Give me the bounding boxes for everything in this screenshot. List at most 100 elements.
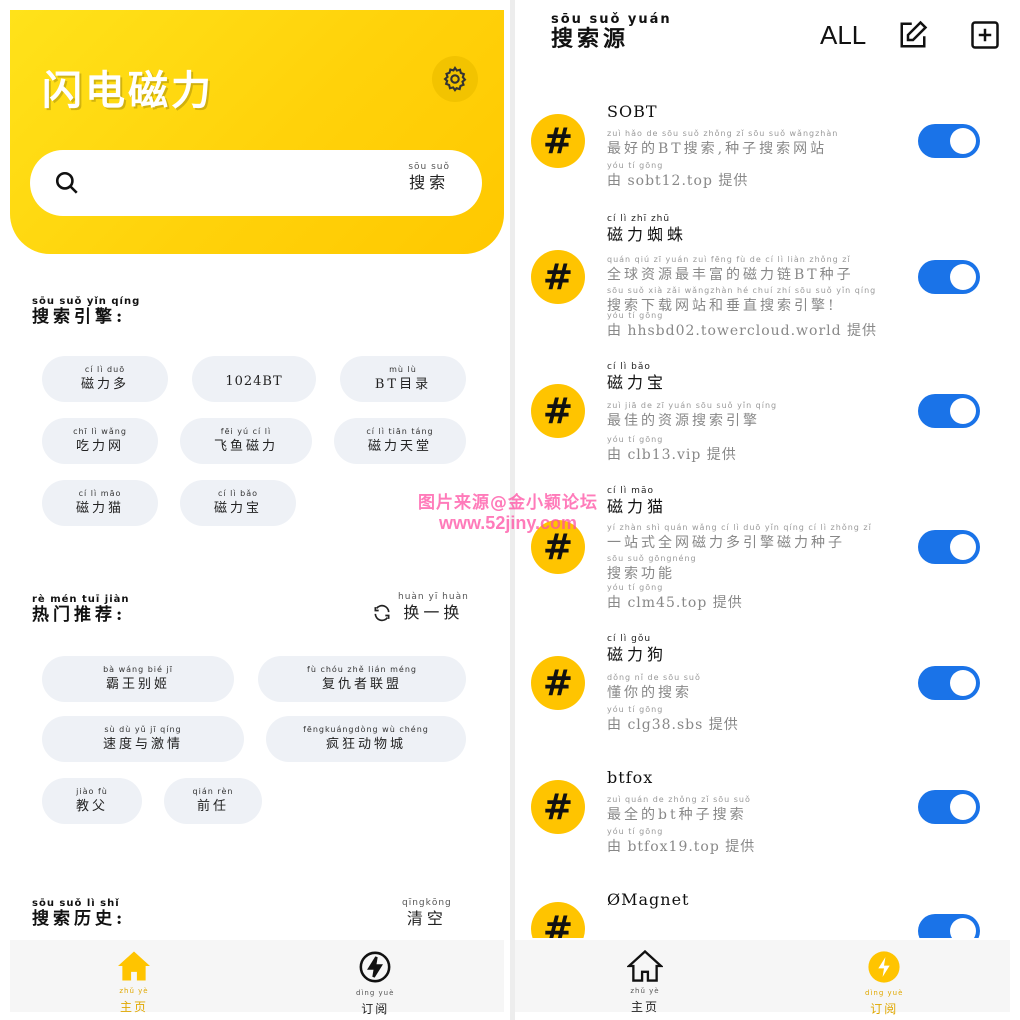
hash-icon: # (531, 780, 585, 834)
search-input[interactable]: sōu suǒ 搜索 (30, 150, 482, 216)
source-item: # ØMagnet (515, 888, 1020, 938)
desc-text: 搜索功能 (607, 566, 675, 582)
clear-history-button[interactable]: qīngkōng 清空 (402, 898, 452, 929)
hash-icon: # (531, 656, 585, 710)
src-pinyin: yóu tí gōng (607, 311, 664, 320)
chip-pinyin: fēi yú cí lì (220, 427, 272, 436)
swap-label: 换一换 (403, 603, 464, 622)
engine-chip[interactable]: chī lì wǎng 吃力网 (42, 418, 158, 464)
hot-title: 热门推荐: (32, 605, 127, 625)
source-item: # cí lì māo 磁力猫 yí zhàn shì quán wǎng cí… (515, 486, 1020, 616)
name-text: 磁力宝 (607, 373, 668, 392)
source-toggle[interactable] (918, 666, 980, 700)
name-text: 磁力狗 (607, 645, 668, 664)
source-item: # cí lì zhī zhū 磁力蜘蛛 quán qiú zī yuán zu… (515, 214, 1020, 344)
source-description: zuì hǎo de sōu suǒ zhǒng zǐ sōu suǒ wǎng… (607, 128, 907, 159)
hot-chip[interactable]: bà wáng bié jī 霸王别姬 (42, 656, 234, 702)
edit-icon (900, 20, 928, 48)
select-all-button[interactable]: ALL (820, 20, 866, 51)
tab-subscribe[interactable]: dìng yuè 订阅 (356, 950, 394, 1019)
hash-icon: # (531, 384, 585, 438)
history-section-title: sōu suǒ lì shǐ 搜索历史: (32, 898, 126, 929)
settings-button[interactable] (432, 56, 478, 102)
chip-pinyin: cí lì bǎo (217, 489, 259, 498)
chip-label: 1024BT (225, 374, 283, 389)
source-provider: yóu tí gōng 由 btfox19.top 提供 (607, 826, 755, 857)
chip-pinyin: chī lì wǎng (73, 427, 127, 436)
engine-chip[interactable]: cí lì duō 磁力多 (42, 356, 168, 402)
name-text: 磁力蜘蛛 (607, 225, 688, 244)
home-screen: 闪电磁力 sōu suǒ 搜索 sōu suǒ yǐn qíng 搜索引擎: c… (0, 0, 510, 1020)
tab-subscribe[interactable]: dìng yuè 订阅 (865, 950, 903, 1019)
src-text: 由 clg38.sbs 提供 (607, 717, 739, 733)
desc-text: 最佳的资源搜索引擎 (607, 413, 760, 429)
hot-chip[interactable]: sù dù yǔ jī qíng 速度与激情 (42, 716, 244, 762)
src-text: 由 hhsbd02.towercloud.world 提供 (607, 323, 878, 339)
tab-subscribe-pinyin: dìng yuè (356, 989, 395, 997)
source-item: # SOBT zuì hǎo de sōu suǒ zhǒng zǐ sōu s… (515, 100, 1020, 200)
chip-pinyin: cí lì duō (84, 365, 126, 374)
page-title-pinyin: sōu suǒ yuán (551, 12, 672, 27)
source-name: SOBT (607, 102, 658, 121)
src-text: 由 sobt12.top 提供 (607, 173, 749, 189)
chip-label: 磁力多 (80, 377, 129, 392)
history-title-pinyin: sōu suǒ lì shǐ (32, 898, 120, 909)
edit-button[interactable] (898, 20, 928, 54)
engine-chip[interactable]: cí lì bǎo 磁力宝 (180, 480, 296, 526)
source-toggle[interactable] (918, 394, 980, 428)
refresh-button[interactable]: huàn yī huàn 换一换 (372, 592, 469, 623)
chip-label: 磁力天堂 (367, 439, 432, 454)
source-description: quán qiú zī yuán zuì fēng fù de cí lì li… (607, 254, 907, 316)
engine-chip[interactable]: fēi yú cí lì 飞鱼磁力 (180, 418, 312, 464)
source-toggle[interactable] (918, 914, 980, 938)
hot-chip[interactable]: jiào fù 教父 (42, 778, 142, 824)
chip-label: 霸王别姬 (105, 677, 170, 692)
hash-icon: # (531, 114, 585, 168)
lightning-icon (359, 951, 391, 983)
sources-screen: sōu suǒ yuán 搜索源 ALL # SOBT zuì hǎo de s… (515, 0, 1020, 1020)
tab-home-pinyin: zhǔ yè (119, 987, 149, 995)
hot-chip[interactable]: fēngkuángdòng wù chéng 疯狂动物城 (266, 716, 466, 762)
tab-home[interactable]: zhǔ yè 主页 (625, 949, 665, 1017)
hash-icon: # (531, 902, 585, 938)
home-icon (118, 951, 150, 981)
tab-subscribe-label: 订阅 (361, 1002, 390, 1016)
chip-pinyin: fù chóu zhě lián méng (307, 665, 417, 674)
clear-label: 清空 (406, 909, 447, 928)
source-provider: yóu tí gōng 由 clg38.sbs 提供 (607, 704, 739, 735)
source-provider: yóu tí gōng 由 sobt12.top 提供 (607, 160, 748, 191)
hash-icon: # (531, 520, 585, 574)
tab-home[interactable]: zhǔ yè 主页 (116, 950, 152, 1017)
source-toggle[interactable] (918, 124, 980, 158)
source-toggle[interactable] (918, 260, 980, 294)
src-pinyin: yóu tí gōng (607, 161, 664, 170)
chip-label: 磁力猫 (75, 501, 124, 516)
engine-chip[interactable]: cí lì māo 磁力猫 (42, 480, 158, 526)
desc-text: 一站式全网磁力多引擎磁力种子 (607, 535, 845, 551)
desc-text: 最好的BT搜索,种子搜索网站 (607, 141, 828, 157)
engine-chip[interactable]: 1024BT (192, 356, 316, 402)
source-description: yí zhàn shì quán wǎng cí lì duō yǐn qíng… (607, 522, 907, 584)
page-title-label: 搜索源 (551, 26, 630, 52)
engines-title: 搜索引擎: (32, 307, 127, 327)
source-provider: yóu tí gōng 由 clb13.vip 提供 (607, 434, 737, 465)
refresh-icon (374, 604, 390, 622)
name-pinyin: cí lì māo (607, 486, 654, 496)
source-item: # cí lì bǎo 磁力宝 zuì jiā de zī yuán sōu s… (515, 362, 1020, 472)
tab-subscribe-label: 订阅 (870, 1002, 899, 1016)
name-pinyin: cí lì zhī zhū (607, 214, 671, 224)
add-source-button[interactable] (970, 20, 1000, 54)
source-toggle[interactable] (918, 790, 980, 824)
source-description: zuì quán de zhǒng zǐ sōu suǒ 最全的bt种子搜索 (607, 794, 907, 825)
chip-label: 教父 (75, 799, 108, 814)
name-text: 磁力猫 (607, 497, 668, 516)
search-label-pinyin: sōu suǒ (408, 162, 450, 172)
hot-chip[interactable]: fù chóu zhě lián méng 复仇者联盟 (258, 656, 466, 702)
swap-pinyin: huàn yī huàn (398, 592, 469, 602)
engine-chip[interactable]: cí lì tiān táng 磁力天堂 (334, 418, 466, 464)
search-button[interactable]: sōu suǒ 搜索 (408, 162, 450, 193)
chip-pinyin: fēngkuángdòng wù chéng (303, 725, 429, 734)
engine-chip[interactable]: mù lù BT目录 (340, 356, 466, 402)
source-toggle[interactable] (918, 530, 980, 564)
hot-chip[interactable]: qián rèn 前任 (164, 778, 262, 824)
